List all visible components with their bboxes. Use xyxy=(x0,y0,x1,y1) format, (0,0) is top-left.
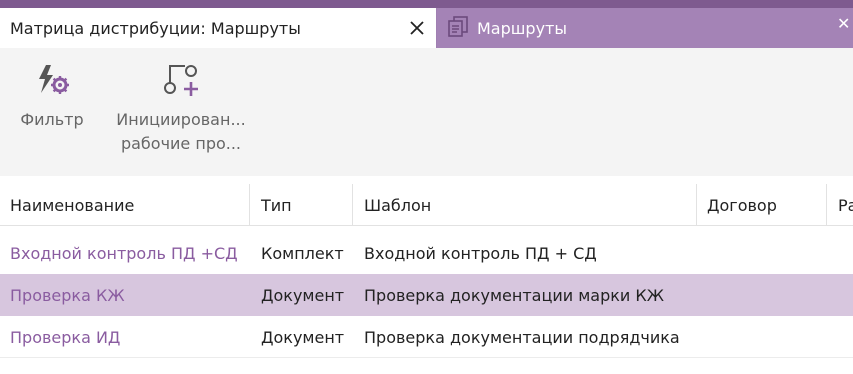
toolbar: Фильтр Инициирован... рабочие про... xyxy=(0,48,853,176)
table-row[interactable]: Входной контроль ПД +СД Комплект Входной… xyxy=(0,232,853,274)
initiate-label-line2: рабочие про... xyxy=(120,134,242,153)
row-template: Входной контроль ПД + СД xyxy=(364,243,597,263)
tab-strip: Матрица дистрибуции: Маршруты Маршруты ✕ xyxy=(0,8,853,48)
column-header-type[interactable]: Тип xyxy=(251,184,353,226)
row-name-link[interactable]: Проверка ИД xyxy=(0,316,250,358)
row-contract xyxy=(697,316,827,358)
window-top-bar xyxy=(0,0,853,8)
row-contract xyxy=(697,274,827,316)
column-header-truncated[interactable]: Ра xyxy=(828,184,853,226)
table-row[interactable]: Проверка ИД Документ Проверка документац… xyxy=(0,316,853,358)
close-icon[interactable]: ✕ xyxy=(837,14,850,33)
filter-label: Фильтр xyxy=(20,110,84,129)
table-header: Наименование Тип Шаблон Договор Ра xyxy=(0,184,853,226)
tab-distribution-matrix-routes[interactable]: Матрица дистрибуции: Маршруты xyxy=(0,8,436,48)
row-type: Документ xyxy=(261,285,345,305)
close-icon[interactable] xyxy=(405,16,429,40)
table-row-selected[interactable]: Проверка КЖ Документ Проверка документац… xyxy=(0,274,853,316)
documents-icon xyxy=(447,15,469,41)
workflow-add-icon xyxy=(161,62,201,98)
tab-routes[interactable]: Маршруты ✕ xyxy=(437,8,853,48)
column-header-name[interactable]: Наименование xyxy=(0,184,250,226)
row-contract xyxy=(697,232,827,274)
tab-label: Матрица дистрибуции: Маршруты xyxy=(10,18,301,38)
column-header-contract[interactable]: Договор xyxy=(697,184,827,226)
column-header-template[interactable]: Шаблон xyxy=(354,184,697,226)
row-type: Документ xyxy=(261,327,345,347)
initiate-label-line1: Инициирован... xyxy=(116,110,246,129)
filter-button[interactable]: Фильтр xyxy=(8,48,96,168)
row-type: Комплект xyxy=(261,243,344,263)
row-name-link[interactable]: Проверка КЖ xyxy=(0,274,250,316)
filter-settings-icon xyxy=(34,62,70,98)
row-template: Проверка документации подрядчика xyxy=(364,327,680,347)
row-template: Проверка документации марки КЖ xyxy=(364,285,664,305)
initiate-workflows-button[interactable]: Инициирован... рабочие про... xyxy=(106,48,256,168)
row-name-link[interactable]: Входной контроль ПД +СД xyxy=(0,232,250,274)
initiate-label: Инициирован... рабочие про... xyxy=(116,108,245,156)
tab-label: Маршруты xyxy=(477,18,567,38)
routes-table: Наименование Тип Шаблон Договор Ра Входн… xyxy=(0,176,853,374)
